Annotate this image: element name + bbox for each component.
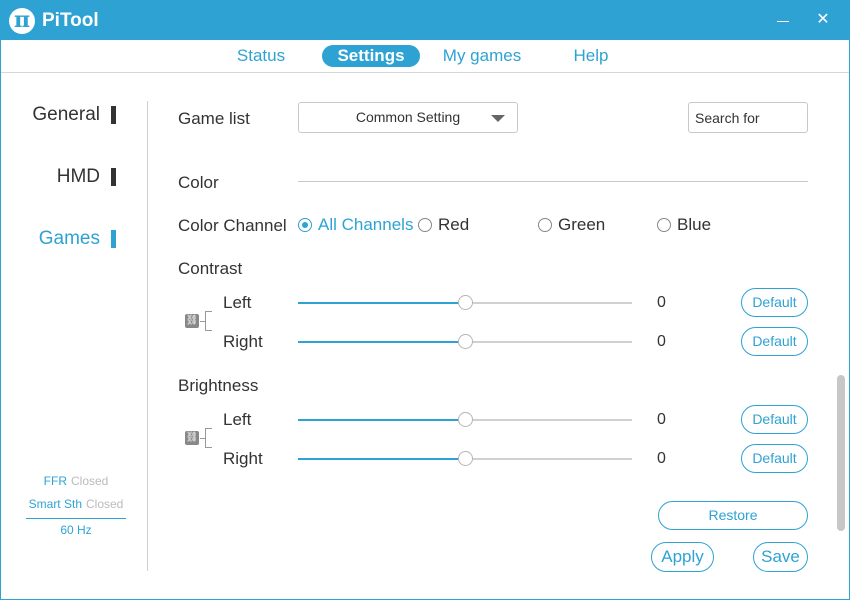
minimize-icon [777, 20, 789, 22]
radio-label: Green [558, 215, 606, 234]
brightness-left-value: 0 [657, 411, 666, 428]
slider-thumb[interactable] [458, 295, 473, 310]
search-input[interactable] [688, 102, 808, 133]
tab-my-games[interactable]: My games [441, 45, 523, 67]
contrast-title: Contrast [178, 259, 243, 278]
slider-fill [298, 458, 465, 460]
status-panel: FFR Closed Smart Sth Closed 60 Hz [26, 472, 126, 537]
sidebar-item-label: General [32, 104, 100, 125]
apply-button[interactable]: Apply [651, 542, 714, 572]
brightness-left-label: Left [223, 410, 252, 429]
sidebar-item-label: HMD [56, 166, 100, 187]
slider-fill [298, 302, 465, 304]
tab-status[interactable]: Status [231, 45, 291, 67]
contrast-left-value: 0 [657, 294, 666, 311]
close-button[interactable]: ✕ [811, 9, 835, 31]
sidebar-indicator [111, 168, 116, 186]
slider-thumb[interactable] [458, 451, 473, 466]
link-icon[interactable]: ⛓ [185, 431, 199, 445]
slider-thumb[interactable] [458, 412, 473, 427]
caret-down-icon [491, 115, 505, 122]
smart-value: Closed [86, 497, 124, 511]
brightness-right-default-button[interactable]: Default [741, 444, 808, 473]
brightness-left-default-button[interactable]: Default [741, 405, 808, 434]
refresh-rate: 60 Hz [60, 523, 92, 537]
contrast-right-label: Right [223, 332, 263, 351]
brightness-right-slider[interactable] [298, 451, 632, 467]
slider-thumb[interactable] [458, 334, 473, 349]
ffr-value: Closed [70, 474, 109, 488]
radio-label: All Channels [318, 215, 414, 234]
contrast-left-label: Left [223, 293, 252, 312]
color-section-title: Color [178, 173, 219, 192]
radio-all-channels[interactable]: All Channels [298, 215, 413, 237]
brightness-left-slider[interactable] [298, 412, 632, 428]
sidebar-item-games[interactable]: Games [39, 228, 116, 250]
contrast-right-value: 0 [657, 333, 666, 350]
slider-fill [298, 341, 465, 343]
color-channel-label: Color Channel [178, 216, 287, 235]
radio-green[interactable]: Green [538, 215, 605, 237]
radio-label: Red [438, 215, 470, 234]
sidebar-item-general[interactable]: General [32, 104, 116, 126]
bracket [205, 428, 212, 448]
ffr-status: FFR Closed [26, 472, 126, 495]
radio-empty-icon [538, 218, 552, 232]
minimize-button[interactable] [771, 9, 795, 31]
link-icon[interactable]: ⛓ [185, 314, 199, 328]
app-title: PiTool [42, 10, 99, 31]
tab-help[interactable]: Help [568, 45, 614, 67]
game-list-selected: Common Setting [355, 109, 461, 125]
color-divider [298, 181, 808, 182]
title-bar[interactable]: π PiTool ✕ [1, 1, 849, 40]
radio-empty-icon [657, 218, 671, 232]
bracket [205, 311, 212, 331]
status-divider [26, 518, 126, 519]
vertical-scrollbar[interactable] [837, 375, 845, 531]
smart-status: Smart Sth Closed [26, 495, 126, 518]
game-list-label: Game list [178, 109, 250, 128]
brightness-title: Brightness [178, 376, 259, 395]
tab-settings[interactable]: Settings [322, 45, 420, 67]
radio-blue[interactable]: Blue [657, 215, 711, 237]
contrast-right-slider[interactable] [298, 334, 632, 350]
pitool-logo-icon: π [9, 8, 35, 34]
brightness-right-label: Right [223, 449, 263, 468]
brightness-right-value: 0 [657, 450, 666, 467]
radio-label: Blue [677, 215, 712, 234]
contrast-right-default-button[interactable]: Default [741, 327, 808, 356]
radio-empty-icon [418, 218, 432, 232]
contrast-left-default-button[interactable]: Default [741, 288, 808, 317]
radio-red[interactable]: Red [418, 215, 469, 237]
smart-label: Smart Sth [28, 497, 82, 511]
slider-fill [298, 419, 465, 421]
sidebar-item-label: Games [38, 228, 100, 249]
sidebar-item-hmd[interactable]: HMD [57, 166, 116, 188]
app-window: π PiTool ✕ Status Settings My games Help… [0, 0, 850, 600]
ffr-label: FFR [43, 474, 67, 488]
sidebar-indicator [111, 106, 116, 124]
restore-button[interactable]: Restore [658, 501, 808, 530]
save-button[interactable]: Save [753, 542, 808, 572]
top-nav: Status Settings My games Help [1, 40, 849, 73]
sidebar-divider [147, 101, 148, 571]
sidebar-indicator [111, 230, 116, 248]
game-list-dropdown[interactable]: Common Setting [298, 102, 518, 133]
radio-selected-icon [298, 218, 312, 232]
contrast-left-slider[interactable] [298, 295, 632, 311]
